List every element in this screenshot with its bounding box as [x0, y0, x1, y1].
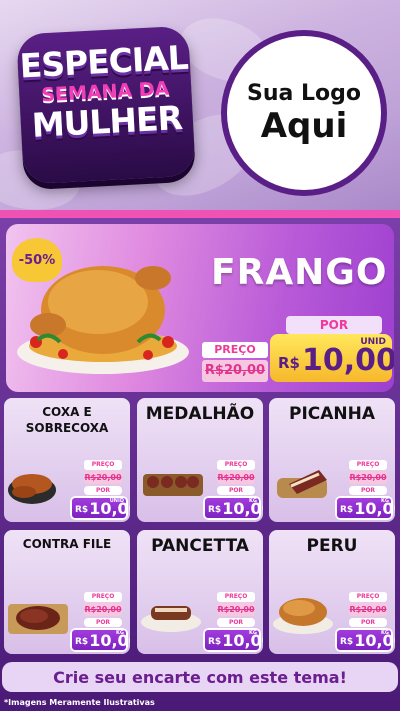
preco-label: PREÇO: [349, 592, 387, 602]
preco-label: PREÇO: [349, 460, 387, 470]
product-card[interactable]: MEDALHÃO PREÇOR$20,00 PORR$10,00KG: [137, 398, 263, 522]
logo-line-2: Aqui: [260, 105, 348, 146]
unit: UNID: [109, 498, 124, 504]
por-label: POR: [217, 486, 255, 495]
unit: KG: [249, 498, 257, 504]
product-card[interactable]: PANCETTA PREÇOR$20,00 PORR$10,00KG: [137, 530, 263, 654]
old-price: R$20,00: [84, 471, 122, 484]
product-card[interactable]: PICANHA PREÇOR$20,00 PORR$10,00KG: [269, 398, 395, 522]
unit: KG: [381, 498, 389, 504]
product-name: PANCETTA: [151, 536, 249, 556]
product-price: R$10,00KG: [335, 628, 395, 652]
product-name: PICANHA: [288, 404, 376, 424]
currency: R$: [75, 505, 89, 515]
offers-panel: -50% FRANGO PREÇO R$20,00 POR R$ 10,00 U…: [0, 218, 400, 711]
por-label: POR: [217, 618, 255, 627]
product-image: [277, 470, 327, 498]
product-name: COXA E SOBRECOXA: [25, 405, 109, 435]
currency: R$: [340, 637, 354, 647]
product-price: R$10,00KG: [203, 628, 263, 652]
old-price: R$20,00: [349, 603, 387, 616]
hero-preco-label: PREÇO: [202, 342, 268, 358]
preco-label: PREÇO: [84, 460, 122, 470]
hero-old-price: R$20,00: [202, 360, 268, 382]
badge-line-3: MULHER: [30, 98, 183, 145]
preco-label: PREÇO: [217, 592, 255, 602]
hero-por-label: POR: [286, 316, 382, 334]
por-label: POR: [349, 486, 387, 495]
hero-unit: UNID: [360, 337, 386, 347]
product-price: R$10,00KG: [70, 628, 130, 652]
campaign-badge: ESPECIAL SEMANA DA MULHER: [16, 25, 196, 185]
product-name: CONTRA FILE: [22, 537, 112, 551]
cta-banner[interactable]: Crie seu encarte com este tema!: [2, 662, 398, 692]
logo-line-1: Sua Logo: [246, 80, 361, 106]
currency: R$: [208, 505, 222, 515]
unit: KG: [249, 630, 257, 636]
discount-badge: -50%: [12, 238, 62, 282]
product-card[interactable]: PERU PREÇOR$20,00 PORR$10,00KG: [269, 530, 395, 654]
preco-label: PREÇO: [217, 460, 255, 470]
product-name: PERU: [306, 536, 358, 556]
product-image: [273, 598, 333, 634]
currency: R$: [208, 637, 222, 647]
por-label: POR: [84, 486, 122, 495]
product-image: [8, 474, 56, 504]
hero-price-value: 10,00: [302, 343, 394, 378]
unit: KG: [116, 630, 124, 636]
product-price: R$10,00KG: [335, 496, 395, 520]
featured-offer[interactable]: -50% FRANGO PREÇO R$20,00 POR R$ 10,00 U…: [6, 224, 394, 392]
product-image: [141, 606, 201, 632]
logo-placeholder[interactable]: Sua Logo Aqui: [221, 30, 387, 196]
unit: KG: [381, 630, 389, 636]
old-price: R$20,00: [349, 471, 387, 484]
header-background: ESPECIAL SEMANA DA MULHER Sua Logo Aqui: [0, 0, 400, 215]
product-image: [8, 604, 68, 634]
product-image: [143, 474, 203, 496]
old-price: R$20,00: [217, 603, 255, 616]
old-price: R$20,00: [84, 603, 122, 616]
hero-price: R$ 10,00 UNID: [270, 334, 394, 382]
currency: R$: [75, 637, 89, 647]
product-price: R$10,00KG: [203, 496, 263, 520]
product-price: R$10,00UNID: [70, 496, 130, 520]
divider-strip: [0, 210, 400, 218]
product-card[interactable]: CONTRA FILE PREÇOR$20,00 PORR$10,00KG: [4, 530, 130, 654]
footnote: *Imagens Meramente Ilustrativas: [4, 698, 155, 707]
product-card[interactable]: COXA E SOBRECOXA PREÇOR$20,00 PORR$10,00UN…: [4, 398, 130, 522]
por-label: POR: [84, 618, 122, 627]
product-name: MEDALHÃO: [145, 404, 255, 424]
hero-product-name: FRANGO: [211, 252, 388, 293]
por-label: POR: [349, 618, 387, 627]
preco-label: PREÇO: [84, 592, 122, 602]
currency: R$: [340, 505, 354, 515]
hero-currency: R$: [278, 354, 300, 372]
old-price: R$20,00: [217, 471, 255, 484]
